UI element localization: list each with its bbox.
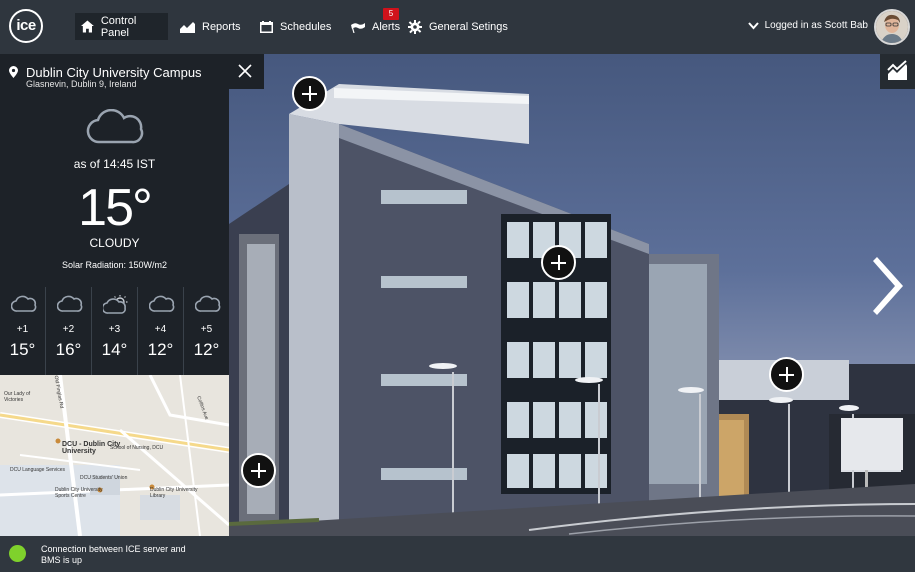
forecast-temp: 14° [101,340,128,359]
forecast-day: +4 12° [137,287,183,375]
nav-reports[interactable]: Reports [174,13,247,40]
campus-map[interactable]: DCU - Dublin City University School of N… [0,375,229,536]
building-illustration [229,84,915,536]
nav-label: Control Panel [100,14,137,39]
top-navigation-bar: ice Control Panel Reports Schedules Aler… [0,0,915,54]
weather-timestamp: as of 14:45 IST [73,157,156,171]
nav-label: General Setings [429,20,508,33]
forecast-temp: 12° [193,340,220,359]
nav-general-settings[interactable]: General Setings [402,13,514,40]
chart-icon [887,60,907,80]
map-label: School of Nursing, DCU [110,445,164,451]
nav-control-panel[interactable]: Control Panel [75,13,168,40]
forecast-day-label: +3 [108,324,121,335]
gear-icon [408,19,422,34]
forecast-day-label: +1 [16,324,29,335]
forecast-temp: 12° [147,340,174,359]
hotspot-add-button[interactable] [541,245,576,280]
campus-title: Dublin City University Campus [26,65,202,80]
forecast-day: +5 12° [183,287,229,375]
map-label: Dublin City University Sports Centre [55,487,103,499]
nav-label: Alerts [372,20,401,33]
hotspot-add-button[interactable] [292,76,327,111]
location-header: Dublin City University Campus Glasnevin,… [0,54,264,89]
map-label: Our Lady of Victories [4,391,31,403]
forecast-day-label: +4 [154,324,167,335]
map-pin-icon [9,66,18,78]
cloud-icon [195,295,221,312]
user-label: Logged in as Scott Bab [764,20,868,31]
cloud-icon [149,295,175,312]
user-menu[interactable]: Logged in as Scott Bab [747,20,868,31]
nav-schedules[interactable]: Schedules [254,13,337,40]
weather-condition: CLOUDY [89,236,140,250]
calendar-icon [260,20,273,33]
flag-icon [351,22,365,33]
map-label: DCU Students' Union [80,475,128,481]
connection-status-text: Connection between ICE server and BMS is… [41,544,186,565]
forecast-day-label: +5 [200,324,213,335]
chart-icon [180,22,195,33]
forecast-strip: +1 15° +2 16° +3 14° +4 12° +5 12° [0,287,229,375]
forecast-day: +2 16° [45,287,91,375]
cloud-icon [86,109,144,144]
analytics-toggle-button[interactable] [880,54,915,89]
avatar[interactable] [874,9,910,45]
forecast-day-label: +2 [62,324,75,335]
current-temperature: 15° [78,179,153,237]
map-label: DCU Language Services [10,467,66,473]
cloud-icon [57,295,83,312]
building-photo [229,54,915,536]
close-icon[interactable] [238,64,252,78]
nav-label: Schedules [280,20,332,33]
forecast-day: +3 14° [91,287,137,375]
connection-status-indicator [9,545,26,562]
solar-radiation: Solar Radiation: 150W/m2 [61,260,168,270]
forecast-temp: 16° [55,340,82,359]
chevron-down-icon [747,21,759,29]
cloud-icon [11,295,37,312]
map-label: Dublin City University Library [150,487,198,499]
forecast-day: +1 15° [0,287,45,375]
logo-text: ice [16,17,36,34]
hotspot-add-button[interactable] [241,453,276,488]
alerts-count-badge: 5 [383,8,399,20]
nav-label: Reports [202,20,241,33]
user-portrait-icon [876,11,908,43]
hotspot-add-button[interactable] [769,357,804,392]
campus-address: Glasnevin, Dublin 9, Ireland [26,79,137,89]
next-arrow-icon[interactable] [873,255,907,322]
forecast-temp: 15° [9,340,36,359]
ice-logo[interactable]: ice [9,9,43,43]
partly-sunny-icon [103,295,128,314]
home-icon [81,20,94,33]
